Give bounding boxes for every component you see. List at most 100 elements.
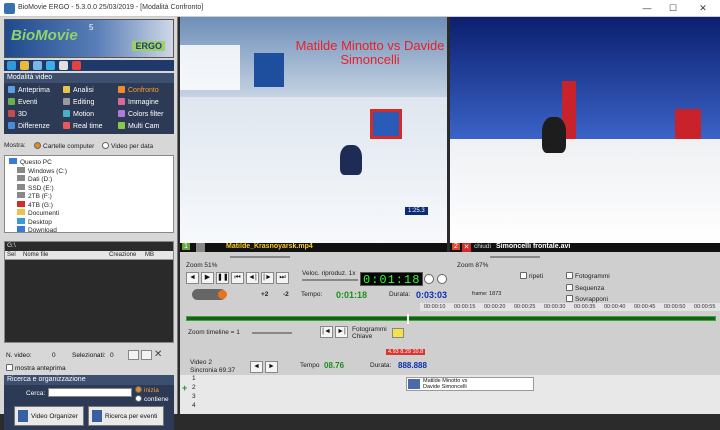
select-all-button[interactable]	[128, 350, 139, 360]
key-icon[interactable]	[20, 61, 29, 70]
mode-motion[interactable]: Motion	[63, 110, 94, 118]
power-icon[interactable]	[72, 61, 81, 70]
track-rows: 1 2 3 4 + Matilde Minotto vs Davide Simo…	[180, 375, 720, 414]
search-contains-option[interactable]: contiene	[135, 395, 169, 403]
globe-icon[interactable]	[7, 61, 16, 70]
check-button[interactable]	[141, 350, 152, 360]
video-organizer-button[interactable]: Video Organizer	[14, 406, 84, 426]
radio-icon	[135, 386, 142, 393]
mode-differenze[interactable]: Differenze	[8, 122, 50, 130]
skip-end-button[interactable]: ⏭	[276, 272, 289, 284]
right-zoom-slider[interactable]	[490, 256, 540, 258]
col-mb[interactable]: MB	[145, 252, 154, 258]
step-back-button[interactable]: ◄	[186, 272, 199, 284]
repeat-option[interactable]: ripeti	[520, 272, 543, 280]
plus-two-button[interactable]: +2	[261, 291, 268, 298]
timer-icon[interactable]	[437, 274, 447, 284]
left-close-icon[interactable]	[196, 243, 205, 252]
tree-item[interactable]: 4TB (G:)	[17, 200, 53, 209]
tree-item-label: Documenti	[28, 210, 60, 217]
mode-label: Real time	[73, 123, 103, 130]
drive-icon	[17, 183, 25, 190]
right-close-icon[interactable]: ✕	[462, 243, 471, 252]
mode-confronto[interactable]: Confronto	[118, 86, 159, 94]
right-close-label[interactable]: chiudi	[474, 243, 491, 250]
next-keyframe-button[interactable]: ►|	[335, 326, 348, 338]
left-video-index: 1	[182, 243, 190, 250]
video-player-left[interactable]: Matilde Minotto vs Davide Simoncelli 1:2…	[180, 17, 447, 243]
minimize-button[interactable]: —	[636, 2, 658, 15]
track-row-2: 2	[192, 384, 196, 391]
preview-checkbox[interactable]: mostra anteprima	[6, 364, 66, 372]
show-folders-option[interactable]: Cartelle computer	[34, 142, 94, 150]
prev-keyframe-button[interactable]: |◄	[320, 326, 333, 338]
sequence-option[interactable]: Sequenza	[566, 284, 604, 292]
event-search-button[interactable]: Ricerca per eventi	[88, 406, 164, 426]
frames-option[interactable]: Fotogrammi	[566, 272, 610, 280]
drive-icon	[17, 192, 25, 198]
frame-forward-button[interactable]: |►	[261, 272, 274, 284]
close-button[interactable]: ✕	[692, 2, 714, 15]
mode-3d[interactable]: 3D	[8, 110, 27, 118]
record-icon[interactable]	[218, 290, 227, 299]
skip-start-button[interactable]: ⏮	[231, 272, 244, 284]
search-input[interactable]	[48, 388, 132, 397]
mode-anteprima[interactable]: Anteprima	[8, 86, 50, 94]
tree-item[interactable]: Questo PC	[9, 158, 52, 166]
ruler-tick-label: 00:00:10	[424, 304, 446, 310]
overlay-option[interactable]: Sovrapponi	[566, 295, 608, 303]
show-folders-label: Cartelle computer	[43, 143, 95, 150]
frame-back-button[interactable]: ◄|	[246, 272, 259, 284]
play-button[interactable]: ▶	[201, 272, 214, 284]
maximize-button[interactable]: ☐	[662, 2, 684, 15]
mode-icon	[8, 122, 15, 129]
info-icon[interactable]	[46, 61, 55, 70]
right-filename: Simoncelli frontale.avi	[496, 243, 571, 250]
tree-item[interactable]: 2TB (F:)	[17, 192, 52, 200]
help-icon[interactable]	[59, 61, 68, 70]
banner-left	[180, 45, 240, 90]
tree-item[interactable]: Windows (C:)	[17, 166, 67, 175]
wrench-icon[interactable]	[33, 61, 42, 70]
speed-slider[interactable]	[302, 279, 358, 281]
checkbox-icon	[6, 364, 13, 371]
track-back-button[interactable]: ◄	[250, 361, 263, 373]
clip-block[interactable]: Matilde Minotto vs Davide Simoncelli	[406, 377, 534, 391]
mode-immagine[interactable]: Immagine	[118, 98, 159, 106]
col-created[interactable]: Creazione	[109, 252, 136, 258]
tree-item[interactable]: Download	[17, 226, 57, 234]
playhead[interactable]	[407, 314, 409, 324]
search-starts-label: inizia	[144, 387, 159, 394]
delete-icon[interactable]: ✕	[154, 349, 162, 360]
preview-label: mostra anteprima	[15, 365, 66, 372]
show-by-date-option[interactable]: Video per data	[102, 142, 153, 150]
col-name[interactable]: Nome file	[23, 252, 48, 258]
mode-icon	[118, 86, 125, 93]
track-duration-value: 888.888	[398, 361, 427, 370]
mode-real-time[interactable]: Real time	[63, 122, 103, 130]
minus-two-button[interactable]: -2	[283, 291, 289, 298]
tree-item[interactable]: Dati (D:)	[17, 175, 52, 183]
tree-item[interactable]: SSD (E:)	[17, 183, 54, 192]
mode-analisi[interactable]: Analisi	[63, 86, 94, 94]
video-frame-snow	[450, 139, 720, 243]
mode-colors-filter[interactable]: Colors filter	[118, 110, 163, 118]
track-forward-button[interactable]: ►	[265, 361, 278, 373]
mode-icon	[118, 122, 125, 129]
pause-button[interactable]: ❚❚	[216, 272, 229, 284]
add-track-icon[interactable]: +	[182, 383, 187, 393]
keyframe-icon[interactable]	[392, 328, 404, 338]
video-player-right[interactable]	[450, 17, 720, 243]
left-zoom-slider[interactable]	[230, 256, 290, 258]
zoom-timeline-slider[interactable]	[252, 332, 292, 334]
mode-multi-cam[interactable]: Multi Cam	[118, 122, 160, 130]
search-starts-option[interactable]: inizia	[135, 386, 159, 394]
tree-item[interactable]: Documenti	[17, 209, 59, 217]
timeline-track[interactable]	[186, 314, 716, 324]
mode-editing[interactable]: Editing	[63, 98, 94, 106]
tree-item[interactable]: Desktop	[17, 217, 52, 226]
ruler-tick-label: 00:00:25	[514, 304, 536, 310]
col-sel[interactable]: Sel	[7, 252, 16, 258]
clock-icon[interactable]	[424, 274, 434, 284]
mode-eventi[interactable]: Eventi	[8, 98, 37, 106]
